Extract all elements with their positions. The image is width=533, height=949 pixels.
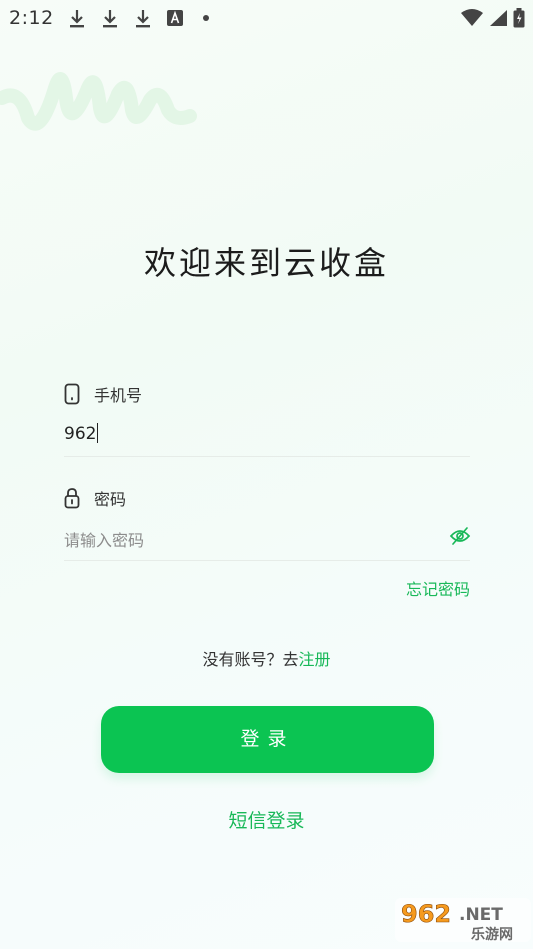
lock-icon [64, 488, 80, 509]
status-bar: 2:12 [0, 0, 533, 36]
forgot-password-link[interactable]: 忘记密码 [406, 576, 470, 600]
wifi-icon [461, 9, 483, 26]
phone-input-value: 962 [64, 424, 97, 444]
system-icons [461, 8, 525, 28]
cell-signal-icon [490, 10, 507, 26]
svg-text:.NET: .NET [459, 905, 503, 925]
page-title: 欢迎来到云收盒 [143, 244, 389, 282]
register-prompt: 没有账号？去注册 [0, 646, 533, 670]
password-input[interactable]: 请输入密码 [64, 527, 144, 551]
watermark-logo: 962 .NET 乐游网 [395, 898, 531, 943]
text-caret [97, 423, 99, 443]
decorative-brush-stroke [0, 72, 197, 131]
download-icon [103, 10, 117, 28]
eye-off-icon[interactable] [449, 526, 471, 546]
phone-input[interactable]: 962 [64, 423, 99, 444]
phone-field-divider [64, 456, 470, 457]
svg-text:乐游网: 乐游网 [471, 926, 513, 943]
phone-field-label-row: 手机号 [64, 382, 142, 406]
status-time: 2:12 [9, 7, 54, 29]
dot-icon [203, 15, 209, 21]
download-icon [136, 10, 150, 28]
password-field-label: 密码 [94, 490, 127, 509]
svg-text:962: 962 [401, 900, 451, 928]
download-icon [70, 10, 84, 28]
register-link[interactable]: 注册 [299, 650, 331, 669]
register-prompt-text: 没有账号？去 [202, 650, 299, 669]
battery-icon [513, 8, 525, 28]
password-field-divider [64, 560, 470, 561]
login-button[interactable]: 登录 [101, 706, 434, 773]
phone-icon [64, 383, 80, 405]
sms-login-link[interactable]: 短信登录 [0, 806, 533, 833]
phone-field-label: 手机号 [94, 386, 143, 405]
font-app-icon [167, 10, 183, 26]
password-field-label-row: 密码 [64, 486, 126, 510]
